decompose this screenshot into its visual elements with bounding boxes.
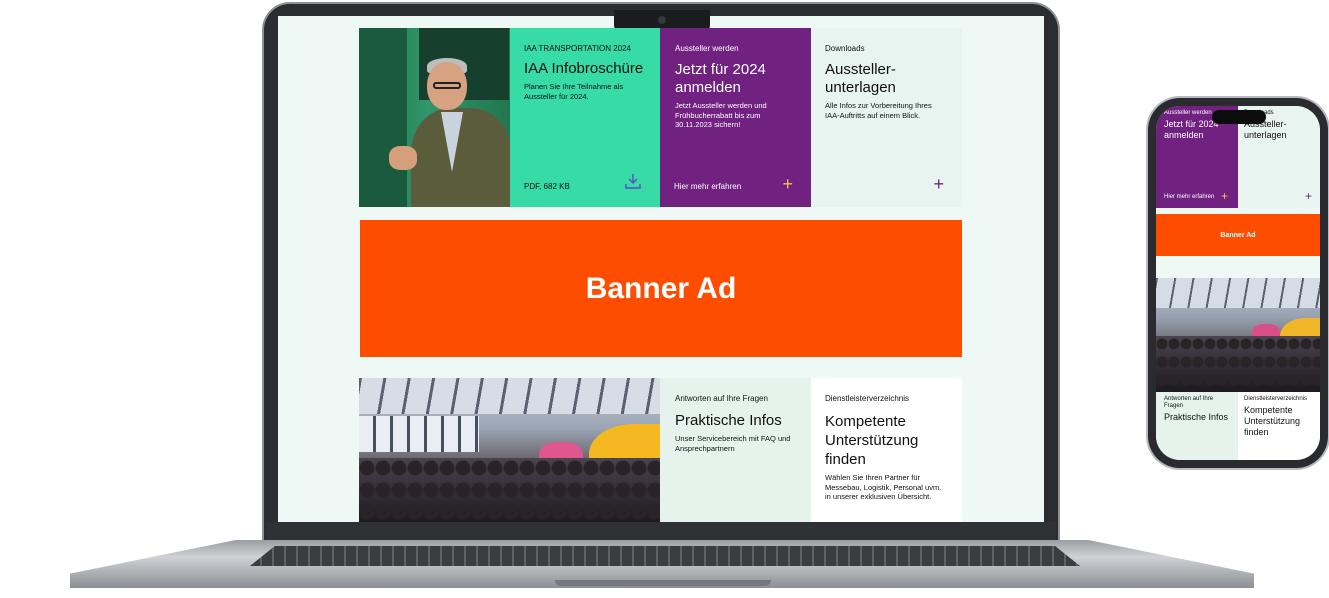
phone-dienstleister-tile[interactable]: Dienstleisterverzeichnis Kompetente Unte… — [1238, 392, 1320, 460]
tile-body: Jetzt Aussteller werden und Frühbucherra… — [675, 101, 767, 129]
phone-praktische-tile[interactable]: Antworten auf Ihre Fragen Praktische Inf… — [1156, 392, 1238, 460]
dienstleister-tile[interactable]: Dienstleisterverzeichnis Kompetente Unte… — [811, 378, 962, 522]
tile-eyebrow: Dienstleisterverzeichnis — [1244, 396, 1308, 402]
tile-eyebrow: Antworten auf Ihre Fragen — [675, 394, 768, 403]
downloads-tile[interactable]: Downloads Aussteller-unterlagen Alle Inf… — [811, 28, 962, 207]
tile-body: Unser Servicebereich mit FAQ und Ansprec… — [675, 434, 791, 453]
tile-eyebrow: Antworten auf Ihre Fragen — [1164, 396, 1214, 409]
tile-eyebrow: Downloads — [825, 44, 865, 53]
tile-heading: Praktische Infos — [1164, 412, 1229, 422]
tile-heading: IAA Infobroschüre — [524, 60, 644, 77]
learn-more-link[interactable]: Hier mehr erfahren — [674, 182, 741, 191]
file-info: PDF, 682 KB — [524, 182, 570, 191]
tile-body: Planen Sie Ihre Teilnahme als Aussteller… — [524, 82, 624, 101]
tile-body: Wählen Sie Ihren Partner für Messebau, L… — [825, 473, 942, 501]
tile-heading: Kompetente Unterstützung finden — [825, 413, 919, 468]
trackpad-notch — [555, 580, 771, 586]
tile-heading: Jetzt für 2024 anmelden — [675, 61, 766, 96]
phone-dynamic-island — [1212, 110, 1266, 124]
keyboard — [250, 546, 1080, 566]
phone-banner-ad[interactable]: Banner Ad — [1156, 214, 1320, 256]
laptop-chin — [266, 522, 1056, 542]
infobroschuere-tile[interactable]: IAA TRANSPORTATION 2024 IAA Infobroschür… — [510, 28, 660, 207]
phone-screen: Aussteller werden Jetzt für 2024 anmelde… — [1156, 106, 1320, 460]
tile-heading: Aussteller-unterlagen — [825, 61, 896, 96]
download-icon[interactable] — [624, 172, 642, 193]
tile-body: Alle Infos zur Vorbereitung Ihres IAA-Au… — [825, 101, 932, 120]
tile-heading: Kompetente Unterstützung finden — [1244, 405, 1301, 437]
aussteller-werden-tile[interactable]: Aussteller werden Jetzt für 2024 anmelde… — [660, 28, 811, 207]
tile-heading: Praktische Infos — [675, 412, 782, 429]
plus-icon[interactable]: + — [782, 175, 793, 193]
tile-eyebrow: IAA TRANSPORTATION 2024 — [524, 44, 631, 53]
tile-eyebrow: Dienstleisterverzeichnis — [825, 394, 910, 403]
plus-icon[interactable]: + — [1305, 189, 1312, 203]
webcam-icon — [658, 16, 666, 24]
plus-icon[interactable]: + — [933, 175, 944, 193]
banner-ad[interactable]: Banner Ad — [360, 220, 962, 357]
tile-eyebrow: Aussteller werden — [675, 44, 739, 53]
plus-icon[interactable]: + — [1221, 189, 1228, 203]
learn-more-link[interactable]: Hier mehr erfahren — [1164, 194, 1214, 200]
phone-exhibition-hall-photo — [1156, 278, 1320, 392]
exhibition-hall-photo — [359, 378, 660, 522]
praktische-infos-tile[interactable]: Antworten auf Ihre Fragen Praktische Inf… — [660, 378, 811, 522]
businessman-photo — [359, 28, 510, 207]
